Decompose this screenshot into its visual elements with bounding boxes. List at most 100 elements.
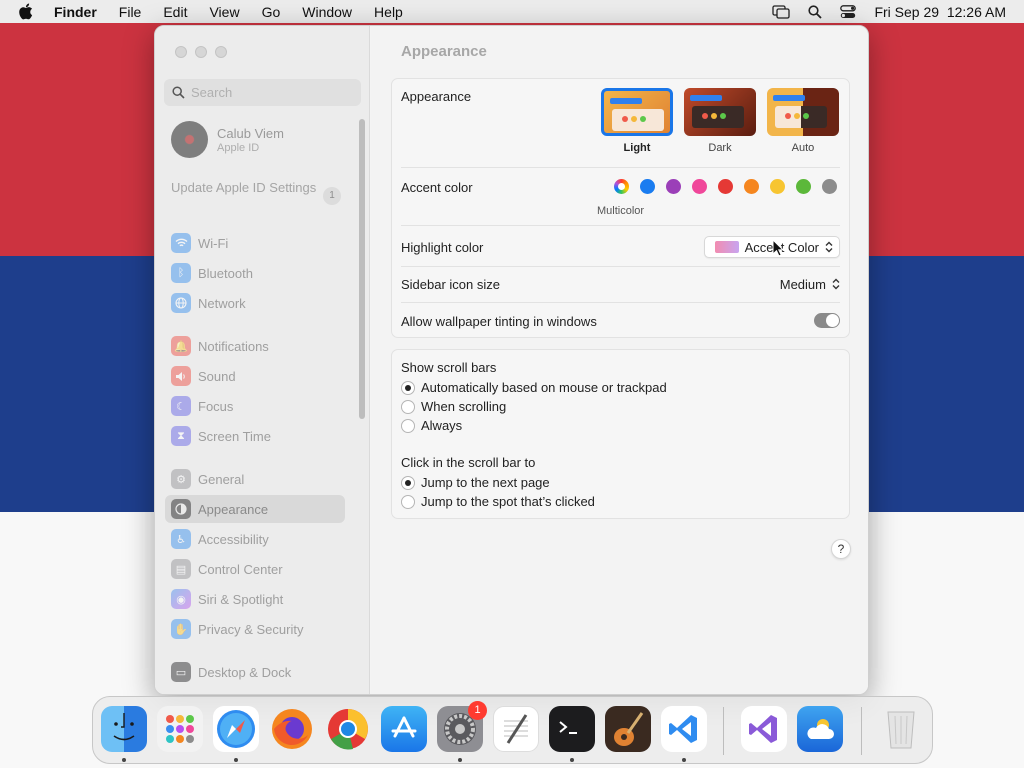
radio-button[interactable] — [401, 475, 415, 490]
control-center-icon[interactable] — [840, 4, 857, 19]
appearance-option-label: Auto — [791, 142, 815, 154]
search-input[interactable] — [191, 85, 351, 100]
scroll-bars-option-automatic[interactable]: Automatically based on mouse or trackpad — [401, 380, 667, 395]
globe-icon — [171, 293, 191, 313]
dock-running-indicator — [458, 758, 462, 762]
radio-button[interactable] — [401, 494, 415, 509]
dock-finder-icon[interactable] — [101, 706, 147, 752]
preview-dots — [622, 116, 646, 122]
light-preview — [601, 88, 673, 136]
dock-vscode-icon[interactable] — [661, 706, 707, 752]
sidebar-item-label: Privacy & Security — [198, 621, 304, 637]
sidebar-item-label: Bluetooth — [198, 265, 253, 281]
appearance-icon — [171, 499, 191, 519]
dock-separator — [723, 707, 724, 755]
radio-button[interactable] — [401, 418, 415, 433]
wallpaper-tinting-label: Allow wallpaper tinting in windows — [401, 314, 597, 329]
menubar-clock[interactable]: Fri Sep 29 12:26 AM — [874, 4, 1006, 20]
dock-garageband-icon[interactable] — [605, 706, 651, 752]
divider — [401, 167, 840, 168]
accent-swatch-purple[interactable] — [666, 179, 681, 194]
close-window-button[interactable] — [175, 46, 187, 58]
preview-titlebar — [690, 95, 722, 101]
notification-badge: 1 — [468, 701, 487, 720]
apple-id-account[interactable]: Calub Viem Apple ID — [171, 121, 284, 158]
sidebar-item-screen-time[interactable]: ⧗ Screen Time — [165, 422, 345, 450]
accent-color-swatches — [614, 179, 837, 194]
sidebar-item-control-center[interactable]: ▤ Control Center — [165, 555, 345, 583]
appearance-option-dark[interactable]: Dark — [684, 88, 756, 154]
divider — [401, 266, 840, 267]
sidebar-item-wifi[interactable]: Wi-Fi — [165, 229, 345, 257]
click-scroll-option-next-page[interactable]: Jump to the next page — [401, 475, 550, 490]
radio-button[interactable] — [401, 380, 415, 395]
dark-preview — [684, 88, 756, 136]
sidebar-item-desktop-dock[interactable]: ▭ Desktop & Dock — [165, 658, 345, 686]
menu-help[interactable]: Help — [374, 4, 403, 20]
accent-swatch-red[interactable] — [718, 179, 733, 194]
dock-weather-icon[interactable] — [797, 706, 843, 752]
dock-trash-icon[interactable] — [878, 706, 924, 752]
scroll-bars-option-always[interactable]: Always — [401, 418, 462, 433]
sidebar-item-general[interactable]: ⚙ General — [165, 465, 345, 493]
sidebar-item-label: Focus — [198, 398, 234, 414]
mouse-cursor-icon — [772, 239, 784, 257]
dock-launchpad-icon[interactable] — [157, 706, 203, 752]
accent-swatch-multicolor[interactable] — [614, 179, 629, 194]
sidebar-item-accessibility[interactable]: ♿ Accessibility — [165, 525, 345, 553]
sidebar-search[interactable] — [164, 79, 361, 106]
sidebar-item-privacy-security[interactable]: ✋ Privacy & Security — [165, 615, 345, 643]
radio-button[interactable] — [401, 399, 415, 414]
sidebar-icon-size-select[interactable]: Medium — [780, 273, 840, 295]
appearance-option-auto[interactable]: Auto — [767, 88, 839, 154]
accent-swatch-green[interactable] — [796, 179, 811, 194]
accent-swatch-yellow[interactable] — [770, 179, 785, 194]
minimize-window-button[interactable] — [195, 46, 207, 58]
sidebar-item-label: Accessibility — [198, 531, 269, 547]
dock-terminal-icon[interactable] — [549, 706, 595, 752]
accent-swatch-pink[interactable] — [692, 179, 707, 194]
update-apple-id-settings[interactable]: Update Apple ID Settings 1 — [171, 180, 341, 205]
sidebar-scrollbar[interactable] — [359, 119, 365, 419]
spotlight-search-icon[interactable] — [808, 4, 823, 19]
sidebar-item-siri-spotlight[interactable]: ◉ Siri & Spotlight — [165, 585, 345, 613]
dock-firefox-icon[interactable] — [269, 706, 315, 752]
hourglass-icon: ⧗ — [171, 426, 191, 446]
window-controls — [175, 46, 227, 58]
dock-app-store-icon[interactable] — [381, 706, 427, 752]
account-name: Calub Viem — [217, 125, 284, 141]
sidebar-item-notifications[interactable]: 🔔 Notifications — [165, 332, 345, 360]
account-subtitle: Apple ID — [217, 141, 260, 154]
accent-swatch-orange[interactable] — [744, 179, 759, 194]
sidebar-item-bluetooth[interactable]: ᛒ Bluetooth — [165, 259, 345, 287]
zoom-window-button[interactable] — [215, 46, 227, 58]
accent-swatch-blue[interactable] — [640, 179, 655, 194]
scroll-bars-option-when-scrolling[interactable]: When scrolling — [401, 399, 506, 414]
dock-visual-studio-icon[interactable] — [741, 706, 787, 752]
menu-go[interactable]: Go — [262, 4, 281, 20]
accent-swatch-graphite[interactable] — [822, 179, 837, 194]
apple-menu-icon[interactable] — [18, 3, 38, 20]
sidebar-item-focus[interactable]: ☾ Focus — [165, 392, 345, 420]
sidebar-item-appearance[interactable]: Appearance — [165, 495, 345, 523]
accessibility-icon: ♿ — [171, 529, 191, 549]
sidebar-item-sound[interactable]: Sound — [165, 362, 345, 390]
menu-file[interactable]: File — [119, 4, 142, 20]
wallpaper-tinting-toggle[interactable] — [814, 313, 840, 328]
dock-icon: ▭ — [171, 662, 191, 682]
appearance-option-light[interactable]: Light — [601, 88, 673, 154]
click-scroll-option-spot-clicked[interactable]: Jump to the spot that’s clicked — [401, 494, 595, 509]
menu-window[interactable]: Window — [302, 4, 352, 20]
bell-icon: 🔔 — [171, 336, 191, 356]
dock-safari-icon[interactable] — [213, 706, 259, 752]
divider — [401, 225, 840, 226]
help-button[interactable]: ? — [831, 539, 851, 559]
sidebar-item-network[interactable]: Network — [165, 289, 345, 317]
menu-app-name[interactable]: Finder — [54, 4, 97, 20]
dock-chrome-icon[interactable] — [325, 706, 371, 752]
menu-edit[interactable]: Edit — [163, 4, 187, 20]
dock-textedit-icon[interactable] — [493, 706, 539, 752]
preview-titlebar — [610, 98, 642, 104]
menu-view[interactable]: View — [209, 4, 239, 20]
screen-mirroring-icon[interactable] — [772, 4, 791, 19]
